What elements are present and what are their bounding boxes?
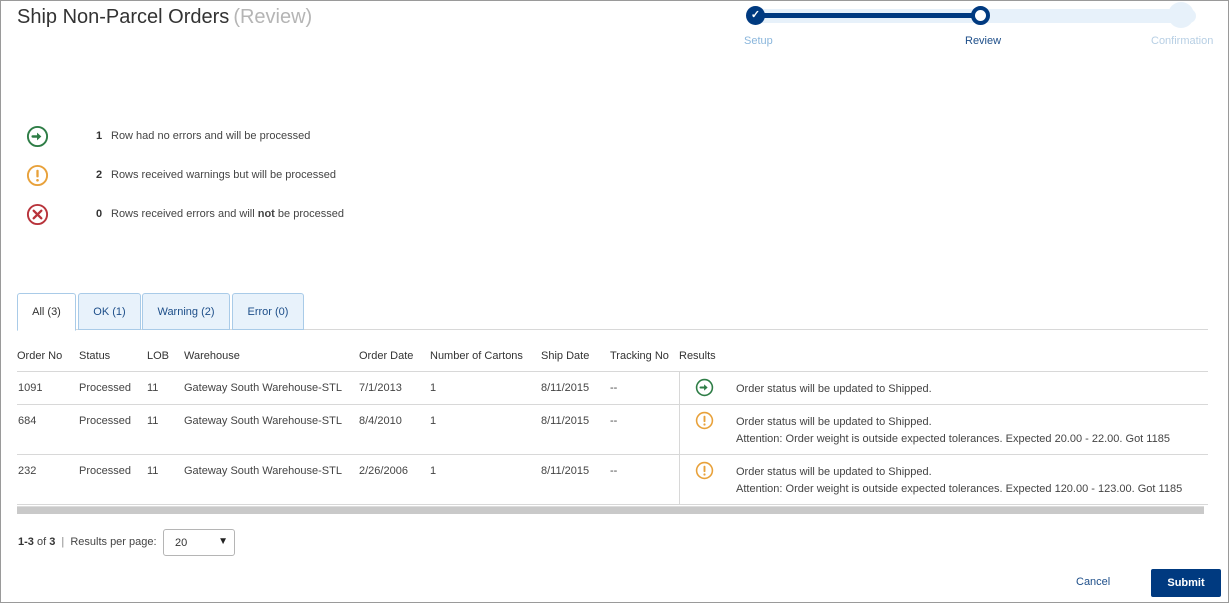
cell-lob: 11 [147, 382, 159, 394]
results-column-divider [679, 372, 680, 505]
arrow-right-circle-icon [26, 125, 49, 148]
cell-order-no: 684 [18, 415, 37, 427]
cell-tracking-no: -- [610, 465, 618, 477]
tab-error[interactable]: Error (0) [232, 293, 304, 330]
exclamation-circle-icon [26, 164, 49, 187]
cell-warehouse: Gateway South Warehouse-STL [184, 465, 342, 477]
exclamation-circle-icon [695, 461, 714, 480]
tab-warning[interactable]: Warning (2) [142, 293, 230, 330]
summary-text: Rows received warnings but will be proce… [111, 169, 336, 181]
table-row[interactable]: 684 Processed 11 Gateway South Warehouse… [17, 404, 1208, 454]
cell-warehouse: Gateway South Warehouse-STL [184, 415, 342, 427]
cell-order-date: 2/26/2006 [359, 465, 408, 477]
summary-text: Rows received errors and will not be pro… [111, 208, 344, 220]
x-circle-icon [26, 203, 49, 226]
cell-result-line: Attention: Order weight is outside expec… [736, 483, 1183, 495]
column-header-status[interactable]: Status [79, 350, 110, 362]
cell-result-line: Order status will be updated to Shipped. [736, 383, 932, 395]
pagination-summary: 1-3 of 3 | Results per page: [18, 536, 157, 548]
cell-cartons: 1 [430, 465, 437, 477]
results-per-page-label: Results per page: [70, 536, 157, 548]
page-subtitle: (Review) [233, 6, 313, 28]
step-label-setup: Setup [744, 35, 773, 47]
summary-count: 1 [96, 130, 103, 142]
tab-ok[interactable]: OK (1) [78, 293, 141, 330]
cell-tracking-no: -- [610, 415, 618, 427]
table-row[interactable]: 232 Processed 11 Gateway South Warehouse… [17, 454, 1208, 505]
cell-ship-date: 8/11/2015 [541, 382, 590, 394]
step-label-confirmation: Confirmation [1151, 35, 1214, 47]
column-header-order-date[interactable]: Order Date [359, 350, 413, 362]
column-header-lob[interactable]: LOB [147, 350, 169, 362]
cell-status: Processed [79, 465, 131, 477]
cell-status: Processed [79, 415, 131, 427]
horizontal-scrollbar[interactable] [17, 506, 1204, 514]
cell-order-date: 8/4/2010 [359, 415, 402, 427]
step-label-review: Review [965, 35, 1002, 47]
step-review-dot [971, 6, 990, 25]
tab-all[interactable]: All (3) [17, 293, 76, 331]
caret-down-icon: ▼ [218, 536, 228, 547]
cell-result-line: Attention: Order weight is outside expec… [736, 433, 1170, 445]
cell-cartons: 1 [430, 382, 437, 394]
step-setup-check-icon: ✓ [746, 6, 765, 25]
cell-status: Processed [79, 382, 131, 394]
cell-lob: 11 [147, 415, 159, 427]
results-per-page-select[interactable]: 20 ▼ [163, 529, 235, 556]
page-title: Ship Non-Parcel Orders (Review) [17, 6, 313, 28]
cell-cartons: 1 [430, 415, 437, 427]
column-header-ship-date[interactable]: Ship Date [541, 350, 589, 362]
page-total: 3 [49, 536, 56, 548]
cell-ship-date: 8/11/2015 [541, 465, 590, 477]
summary-count: 2 [96, 169, 103, 181]
progress-stepper: ✓ Setup Review Confirmation [742, 0, 1222, 52]
summary-text: Row had no errors and will be processed [111, 130, 311, 142]
cell-result-line: Order status will be updated to Shipped. [736, 466, 932, 478]
cancel-button[interactable]: Cancel [1076, 576, 1110, 588]
cell-result-line: Order status will be updated to Shipped. [736, 416, 932, 428]
cell-ship-date: 8/11/2015 [541, 415, 590, 427]
exclamation-circle-icon [695, 411, 714, 430]
column-header-order-no[interactable]: Order No [17, 350, 62, 362]
cell-warehouse: Gateway South Warehouse-STL [184, 382, 342, 394]
column-header-warehouse[interactable]: Warehouse [184, 350, 240, 362]
column-header-number-of-cartons[interactable]: Number of Cartons [430, 350, 523, 362]
column-header-tracking-no[interactable]: Tracking No [610, 350, 669, 362]
cell-tracking-no: -- [610, 382, 618, 394]
results-tabs: All (3) OK (1) Warning (2) Error (0) [17, 293, 1208, 331]
cell-order-no: 1091 [18, 382, 43, 394]
cell-lob: 11 [147, 465, 159, 477]
cell-order-no: 232 [18, 465, 37, 477]
submit-button[interactable]: Submit [1151, 569, 1221, 597]
table-row[interactable]: 1091 Processed 11 Gateway South Warehous… [17, 371, 1208, 404]
column-header-results[interactable]: Results [679, 350, 716, 362]
stepper-progress-fill [756, 13, 982, 18]
page-range: 1-3 [18, 536, 34, 548]
step-confirmation-dot [1168, 2, 1194, 28]
cell-order-date: 7/1/2013 [359, 382, 402, 394]
summary-count: 0 [96, 208, 103, 220]
arrow-right-circle-icon [695, 378, 714, 397]
